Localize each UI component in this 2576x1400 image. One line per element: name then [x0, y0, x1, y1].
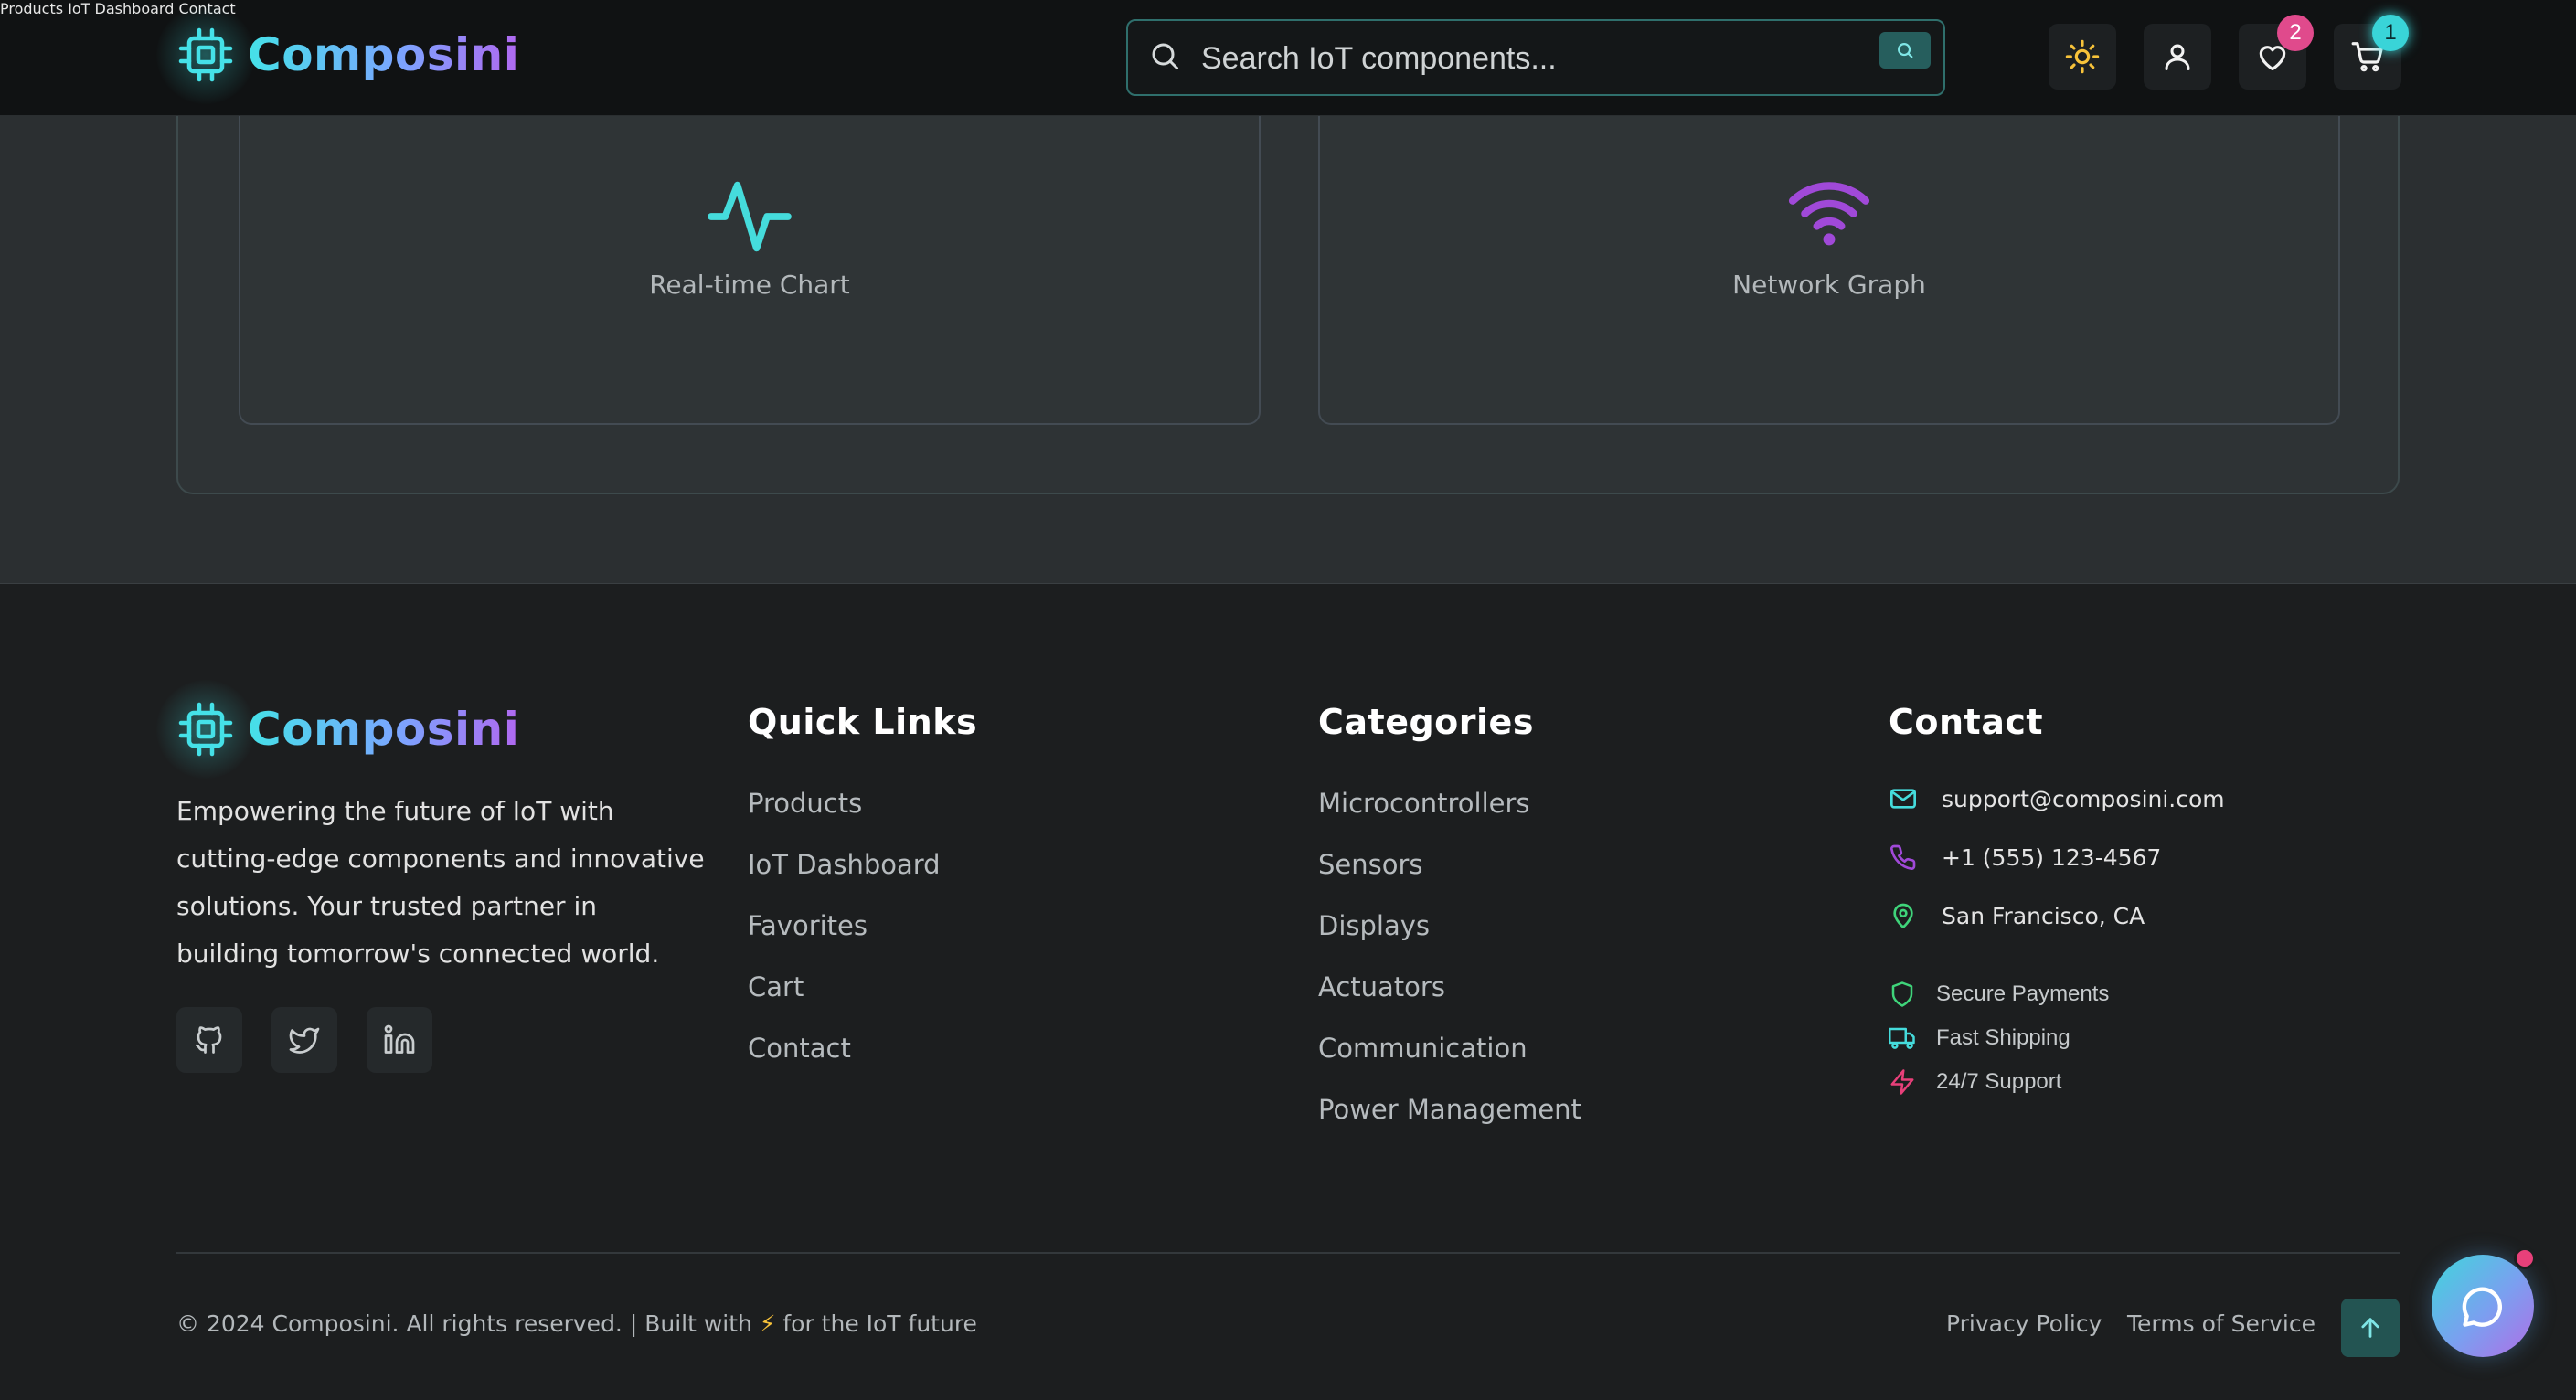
contact-location: San Francisco, CA [1889, 901, 2145, 930]
footer-logo[interactable]: Composini [156, 680, 520, 779]
wifi-icon [1787, 178, 1871, 251]
categories-list: Microcontrollers Sensors Displays Actuat… [1318, 788, 1581, 1155]
shield-icon [1891, 981, 1913, 1007]
search-icon [1148, 39, 1181, 76]
feature-label: 24/7 Support [1936, 1069, 2062, 1094]
widgets-panel: Real-time Chart Network Graph [176, 89, 2400, 494]
nav-products[interactable]: Products [0, 0, 63, 17]
brand-name: Composini [248, 703, 520, 756]
activity-icon [708, 178, 792, 259]
social-links [176, 1007, 432, 1073]
twitter-icon [289, 1027, 320, 1054]
sun-icon [2065, 39, 2100, 74]
footer-link-products[interactable]: Products [748, 788, 941, 849]
contact-title: Contact [1889, 702, 2044, 742]
contact-location-text: San Francisco, CA [1942, 902, 2145, 929]
search-input[interactable] [1201, 34, 1841, 83]
categories-title: Categories [1318, 702, 1534, 742]
dashboard-widgets-section: Real-time Chart Network Graph [0, 89, 2576, 584]
bolt-icon: ⚡ [759, 1310, 776, 1337]
chat-bubble-icon [2462, 1287, 2503, 1327]
chip-icon [156, 680, 255, 779]
footer-divider [176, 1252, 2400, 1254]
footer-link-favorites[interactable]: Favorites [748, 910, 941, 971]
brand-name: Composini [248, 28, 520, 81]
feature-fast-shipping: Fast Shipping [1889, 1024, 2070, 1052]
arrow-up-icon [2361, 1318, 2379, 1338]
map-pin-icon [1893, 903, 1913, 928]
privacy-policy-link[interactable]: Privacy Policy [1946, 1310, 2102, 1337]
category-link-communication[interactable]: Communication [1318, 1033, 1581, 1094]
about-text: Empowering the future of IoT with cuttin… [176, 796, 705, 969]
widget-card-network-graph[interactable]: Network Graph [1318, 89, 2340, 425]
cart-button[interactable]: 1 [2334, 15, 2409, 90]
copyright-prefix: © 2024 Composini. All rights reserved. |… [176, 1310, 752, 1337]
footer-link-contact[interactable]: Contact [748, 1033, 941, 1094]
linkedin-icon [384, 1024, 415, 1054]
zap-icon [1890, 1069, 1914, 1095]
favorites-count-badge: 2 [2277, 15, 2314, 51]
category-link-sensors[interactable]: Sensors [1318, 849, 1581, 910]
search-bar [1126, 19, 1945, 96]
nav-iot-dashboard[interactable]: IoT Dashboard [68, 0, 174, 17]
contact-email-text: support@composini.com [1942, 785, 2225, 812]
user-icon [2165, 44, 2190, 70]
feature-support: 24/7 Support [1889, 1068, 2061, 1096]
feature-secure-payments: Secure Payments [1889, 981, 2109, 1008]
favorites-button[interactable]: 2 [2239, 15, 2314, 90]
quick-links-list: Products IoT Dashboard Favorites Cart Co… [748, 788, 941, 1094]
mail-icon [1890, 789, 1916, 809]
feature-label: Fast Shipping [1936, 1025, 2070, 1050]
site-footer: Composini Empowering the future of IoT w… [0, 585, 2576, 1400]
twitter-link[interactable] [271, 1007, 337, 1073]
category-link-displays[interactable]: Displays [1318, 910, 1581, 971]
quick-links-title: Quick Links [748, 702, 978, 742]
footer-link-cart[interactable]: Cart [748, 971, 941, 1033]
category-link-microcontrollers[interactable]: Microcontrollers [1318, 788, 1581, 849]
footer-link-iot-dashboard[interactable]: IoT Dashboard [748, 849, 941, 910]
github-link[interactable] [176, 1007, 242, 1073]
chat-notification-dot [2514, 1247, 2536, 1269]
contact-email[interactable]: support@composini.com [1889, 784, 2225, 813]
phone-icon [1890, 844, 1916, 870]
contact-phone-text: +1 (555) 123-4567 [1942, 843, 2162, 871]
main-nav: Products IoT Dashboard Contact [0, 0, 2576, 17]
truck-icon [1889, 1027, 1915, 1049]
category-link-power-management[interactable]: Power Management [1318, 1094, 1581, 1155]
category-link-actuators[interactable]: Actuators [1318, 971, 1581, 1033]
chip-icon [156, 5, 255, 104]
copyright-suffix: for the IoT future [782, 1310, 977, 1337]
copyright-text: © 2024 Composini. All rights reserved. |… [176, 1310, 977, 1337]
terms-of-service-link[interactable]: Terms of Service [2127, 1310, 2315, 1337]
widget-card-realtime-chart[interactable]: Real-time Chart [239, 89, 1261, 425]
feature-label: Secure Payments [1936, 981, 2110, 1006]
header-logo[interactable]: Composini [156, 5, 520, 104]
contact-phone[interactable]: +1 (555) 123-4567 [1889, 843, 2161, 872]
github-icon [196, 1026, 222, 1054]
widget-label: Network Graph [1732, 270, 1926, 300]
cart-count-badge: 1 [2372, 15, 2409, 51]
chat-button[interactable] [2432, 1247, 2536, 1357]
widget-label: Real-time Chart [649, 270, 850, 300]
account-button[interactable] [2144, 24, 2211, 90]
linkedin-link[interactable] [367, 1007, 432, 1073]
search-submit-button[interactable] [1879, 32, 1931, 69]
top-header: Composini Products IoT Dashboard Contact [0, 0, 2576, 116]
back-to-top-button[interactable] [2341, 1299, 2400, 1357]
theme-toggle-button[interactable] [2049, 24, 2116, 90]
